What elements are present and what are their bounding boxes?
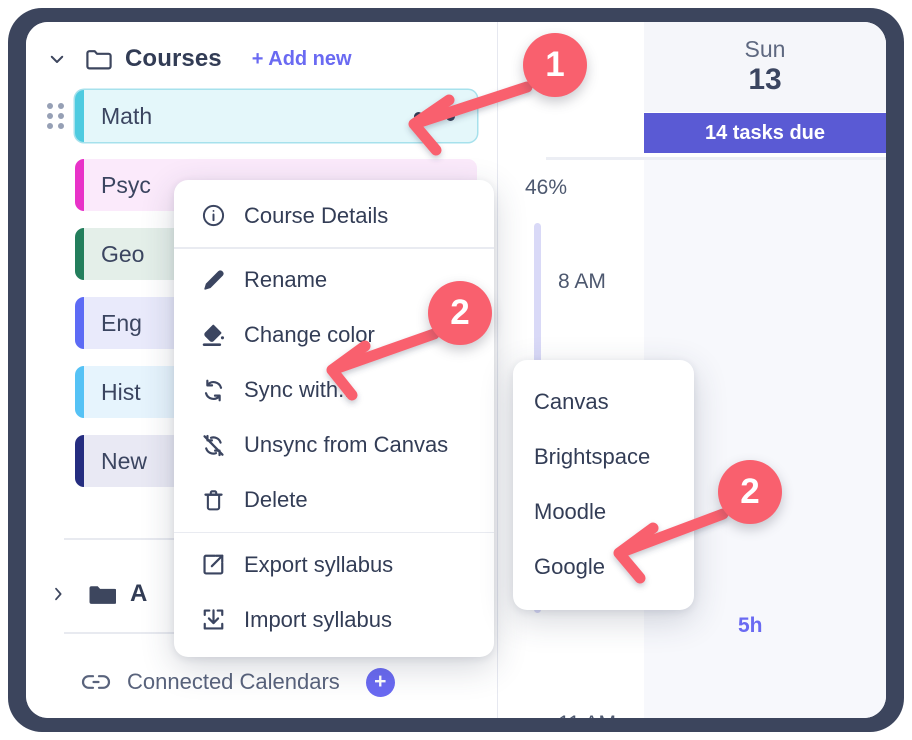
archived-label: A (130, 580, 148, 607)
menu-item-label: Delete (244, 487, 308, 512)
course-name-label: Eng (101, 309, 142, 336)
menu-item-label: Change color (244, 322, 375, 347)
menu-item-sync-with[interactable]: Sync with... (174, 363, 494, 418)
info-circle-icon (200, 203, 226, 229)
connected-calendars-label: Connected Calendars (127, 669, 340, 694)
add-calendar-button[interactable]: + (365, 667, 395, 697)
menu-item-unsync-from-canvas[interactable]: Unsync from Canvas (174, 418, 494, 473)
tasks-due-label: 14 tasks due (704, 121, 826, 144)
download-box-icon (200, 607, 226, 633)
connected-calendars-row[interactable]: Connected Calendars + (26, 654, 497, 710)
screenshot-root: Courses + Add new Math Psyc Geo Eng Hist New … (0, 0, 912, 740)
course-name-label: Geo (101, 240, 145, 267)
menu-item-course-details[interactable]: Course Details (174, 188, 494, 243)
pencil-icon (200, 267, 226, 293)
chevron-right-icon[interactable] (50, 585, 66, 603)
course-color-bar (75, 159, 84, 211)
menu-item-label: Sync with... (244, 377, 357, 402)
menu-item-label: Rename (244, 267, 328, 292)
page-title: Courses (125, 45, 222, 72)
tasks-due-banner[interactable]: 14 tasks due (644, 113, 886, 153)
hour-label-11am: 11 AM (558, 712, 616, 718)
course-color-bar (75, 228, 84, 280)
submenu-item-google[interactable]: Google (513, 539, 694, 594)
calendar-day-header[interactable]: Sun 13 (644, 22, 886, 112)
course-item-math[interactable]: Math (75, 90, 477, 142)
sync-icon (200, 377, 226, 403)
plus-icon: + (374, 669, 387, 693)
menu-item-delete[interactable]: Delete (174, 473, 494, 528)
menu-item-export-syllabus[interactable]: Export syllabus (174, 537, 494, 592)
course-color-bar (75, 366, 84, 418)
trash-icon (200, 487, 226, 513)
sync-off-icon (200, 432, 226, 458)
add-new-course-button[interactable]: + Add new (252, 48, 352, 71)
menu-item-change-color[interactable]: Change color (174, 308, 494, 363)
progress-percent-label: 46% (525, 176, 568, 199)
course-color-bar (75, 297, 84, 349)
app-window: Courses + Add new Math Psyc Geo Eng Hist New … (26, 22, 886, 718)
course-name-label: Hist (101, 378, 141, 405)
menu-item-rename[interactable]: Rename (174, 253, 494, 308)
course-name-label: New (101, 447, 148, 474)
course-name-label: Psyc (101, 171, 151, 198)
course-name-label: Math (101, 102, 153, 129)
hour-label-8am: 8 AM (558, 270, 606, 293)
sync-with-submenu: Canvas Brightspace Moodle Google (513, 360, 694, 610)
link-icon (81, 672, 111, 692)
day-number: 13 (748, 63, 782, 97)
submenu-item-canvas[interactable]: Canvas (513, 374, 694, 429)
menu-item-label: Unsync from Canvas (244, 432, 449, 457)
folder-outline-icon (86, 48, 112, 70)
menu-separator (174, 531, 494, 533)
courses-section-header: Courses + Add new (26, 36, 497, 82)
submenu-item-brightspace[interactable]: Brightspace (513, 429, 694, 484)
menu-separator (174, 247, 494, 249)
chevron-down-icon[interactable] (48, 50, 66, 68)
duration-label: 5h (738, 614, 763, 637)
course-color-bar (75, 435, 84, 487)
day-name: Sun (744, 35, 786, 62)
folder-solid-icon (88, 583, 117, 606)
menu-item-label: Course Details (244, 202, 389, 228)
course-row-more-options-button[interactable] (414, 111, 455, 121)
paint-bucket-icon (200, 322, 226, 348)
menu-item-label: Export syllabus (244, 551, 394, 577)
drag-handle-icon[interactable] (47, 103, 67, 129)
menu-item-import-syllabus[interactable]: Import syllabus (174, 592, 494, 647)
course-context-menu: Course Details Rename Change color Sync wit… (174, 180, 494, 657)
menu-item-label: Import syllabus (244, 606, 392, 632)
course-color-bar (75, 90, 84, 142)
submenu-item-moodle[interactable]: Moodle (513, 484, 694, 539)
external-link-icon (200, 552, 226, 578)
course-row: Math (26, 90, 497, 142)
